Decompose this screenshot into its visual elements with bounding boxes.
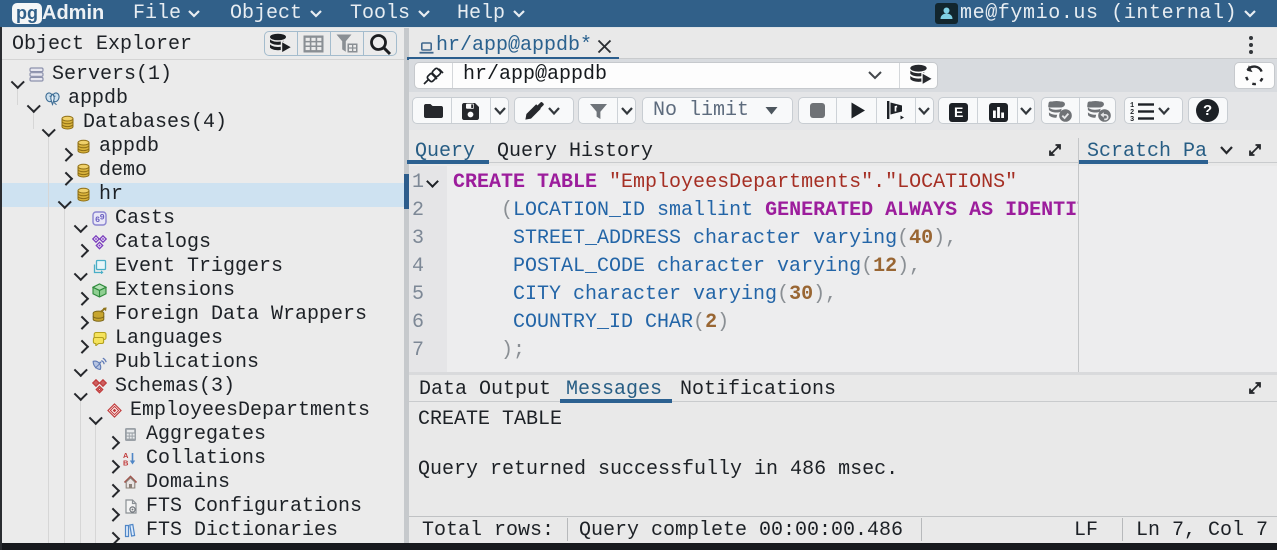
svg-text:3: 3 xyxy=(1130,116,1134,121)
